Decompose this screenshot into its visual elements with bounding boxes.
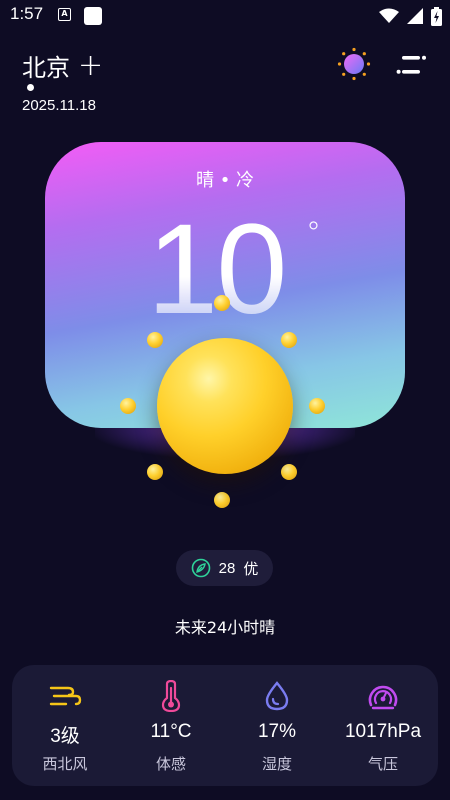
stat-pressure: 1017hPa 气压	[330, 665, 436, 786]
forecast-summary: 未来24小时晴	[174, 618, 276, 637]
add-city-button[interactable]: +	[78, 50, 103, 80]
pressure-gauge-icon	[368, 685, 398, 710]
sun-ray-dot	[281, 464, 297, 480]
battery-charging-icon	[431, 6, 442, 26]
humidity-drop-icon	[265, 681, 289, 711]
details-panel: 3级 西北风 11°C 体感 17% 湿度 1017hPa 气压	[12, 665, 438, 786]
sun-ray-dot	[147, 332, 163, 348]
humidity-value: 17%	[257, 721, 297, 742]
wind-level: 3级	[50, 726, 80, 747]
leaf-icon	[191, 558, 210, 578]
sun-ray-dot	[214, 295, 230, 311]
stat-wind: 3级 西北风	[12, 665, 118, 786]
feels-like-value: 11°C	[150, 721, 192, 742]
status-time: 1:57	[10, 4, 44, 23]
signal-icon	[407, 8, 423, 24]
weather-condition: 晴 • 冷	[195, 170, 255, 191]
sun-illustration	[110, 290, 336, 516]
sun-ray-dot	[214, 492, 230, 508]
humidity-label: 湿度	[261, 755, 292, 773]
sun-theme-icon[interactable]	[336, 46, 372, 82]
wind-icon	[49, 686, 82, 706]
sun-ray-dot	[281, 332, 297, 348]
feels-like-label: 体感	[155, 755, 186, 773]
city-name[interactable]: 北京	[22, 48, 70, 83]
degree-symbol: °	[306, 216, 321, 251]
stat-humidity: 17% 湿度	[224, 665, 330, 786]
status-bar: 1:57 A	[0, 0, 450, 32]
date-label: 2025.11.18	[22, 97, 96, 114]
notification-square-icon	[84, 7, 102, 25]
location-dot-icon	[27, 84, 34, 91]
air-quality-badge[interactable]: 28 优	[176, 550, 273, 586]
aqi-value: 28	[218, 559, 236, 577]
sun-icon	[157, 338, 293, 474]
wifi-icon	[379, 8, 399, 23]
pressure-value: 1017hPa	[344, 721, 422, 742]
a-badge-icon: A	[58, 8, 71, 21]
thermometer-icon	[161, 680, 181, 712]
sun-ray-dot	[147, 464, 163, 480]
pressure-label: 气压	[367, 755, 398, 773]
menu-icon[interactable]	[396, 50, 428, 80]
stat-feels-like: 11°C 体感	[118, 665, 224, 786]
status-icons	[379, 6, 442, 26]
sun-ray-dot	[120, 398, 136, 414]
sun-ray-dot	[309, 398, 325, 414]
aqi-level: 优	[243, 559, 259, 578]
wind-direction: 西北风	[42, 755, 88, 773]
city-row: 北京 +	[22, 48, 103, 83]
